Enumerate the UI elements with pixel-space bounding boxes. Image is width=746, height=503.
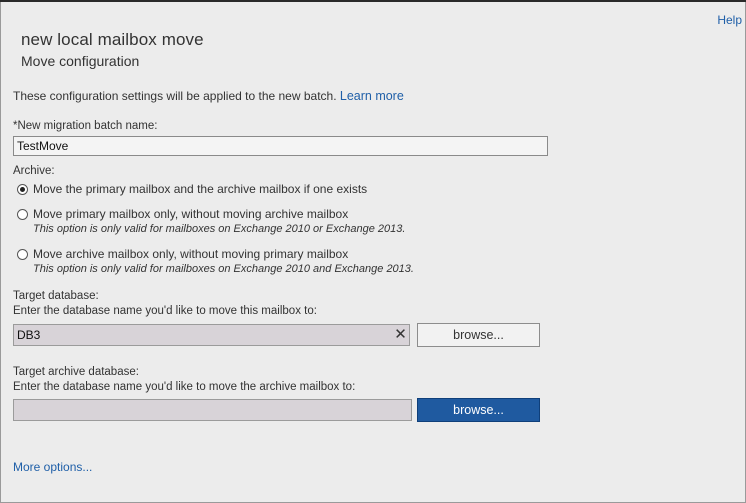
help-link[interactable]: Help xyxy=(717,13,742,27)
clear-icon[interactable]: ✕ xyxy=(391,325,410,345)
page-subtitle: Move configuration xyxy=(21,53,140,69)
archive-option-note: This option is only valid for mailboxes … xyxy=(33,223,406,235)
target-db-input[interactable]: DB3 xyxy=(13,324,410,346)
page-title: new local mailbox move xyxy=(21,30,204,49)
target-archive-db-label: Target archive database: xyxy=(13,366,139,378)
radio-button[interactable] xyxy=(17,209,28,220)
batch-name-label: *New migration batch name: xyxy=(13,120,158,132)
archive-option-both[interactable]: Move the primary mailbox and the archive… xyxy=(17,182,367,196)
more-options-link[interactable]: More options... xyxy=(13,460,92,474)
archive-option-archive-only[interactable]: Move archive mailbox only, without movin… xyxy=(17,247,348,261)
archive-option-label: Move archive mailbox only, without movin… xyxy=(33,247,349,261)
target-archive-db-instruction: Enter the database name you'd like to mo… xyxy=(13,381,356,393)
archive-option-note: This option is only valid for mailboxes … xyxy=(33,263,414,275)
target-archive-db-input[interactable] xyxy=(13,399,412,421)
archive-option-label: Move the primary mailbox and the archive… xyxy=(33,182,368,196)
radio-button[interactable] xyxy=(17,249,28,260)
browse-archive-database-button[interactable]: browse... xyxy=(417,398,540,422)
target-db-label: Target database: xyxy=(13,290,99,302)
intro-message: These configuration settings will be app… xyxy=(13,89,337,103)
archive-option-primary-only[interactable]: Move primary mailbox only, without movin… xyxy=(17,207,348,221)
browse-database-button[interactable]: browse... xyxy=(417,323,540,347)
batch-name-input[interactable]: TestMove xyxy=(13,136,548,156)
archive-label: Archive: xyxy=(13,165,55,177)
target-db-instruction: Enter the database name you'd like to mo… xyxy=(13,305,317,317)
radio-button-selected[interactable] xyxy=(17,184,28,195)
learn-more-link[interactable]: Learn more xyxy=(340,89,404,103)
intro-text: These configuration settings will be app… xyxy=(13,89,404,103)
archive-option-label: Move primary mailbox only, without movin… xyxy=(33,207,349,221)
